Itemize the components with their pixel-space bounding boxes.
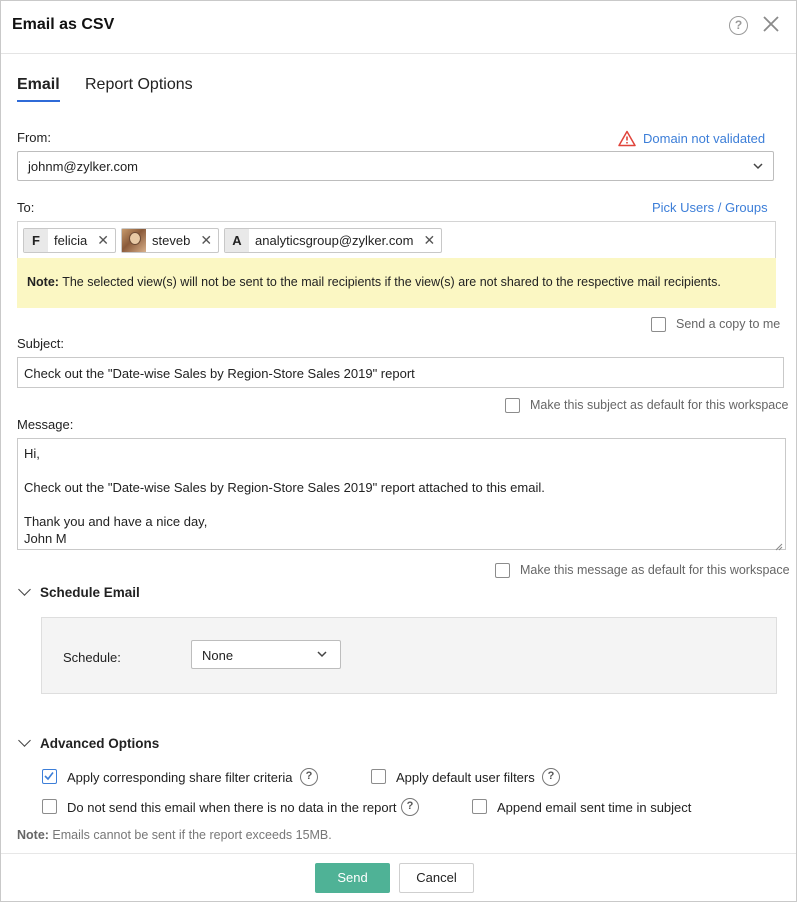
recipient-name: felicia bbox=[54, 233, 88, 248]
pick-users-groups-link[interactable]: Pick Users / Groups bbox=[652, 200, 768, 215]
email-as-csv-dialog: Email as CSV ? Email Report Options From… bbox=[0, 0, 797, 902]
help-icon[interactable]: ? bbox=[542, 768, 560, 786]
schedule-select-value: None bbox=[202, 648, 234, 663]
message-line: Thank you and have a nice day, bbox=[24, 514, 208, 529]
chevron-down-icon bbox=[752, 160, 764, 175]
share-filter-checkbox[interactable] bbox=[42, 769, 57, 784]
message-line: John M bbox=[24, 531, 67, 546]
remove-recipient-icon[interactable]: ✕ bbox=[97, 232, 109, 249]
message-default-checkbox[interactable] bbox=[495, 563, 510, 578]
schedule-label: Schedule: bbox=[63, 650, 121, 665]
from-label: From: bbox=[17, 130, 51, 145]
dialog-header bbox=[1, 1, 796, 54]
remove-recipient-icon[interactable]: ✕ bbox=[200, 232, 212, 249]
send-copy-checkbox[interactable] bbox=[651, 317, 666, 332]
subject-default-checkbox[interactable] bbox=[505, 398, 520, 413]
size-limit-note: Note: Emails cannot be sent if the repor… bbox=[17, 828, 332, 842]
cancel-button[interactable]: Cancel bbox=[399, 863, 474, 893]
recipient-name: steveb bbox=[152, 233, 191, 248]
recipient-name: analyticsgroup@zylker.com bbox=[255, 233, 414, 248]
note-text: Note: The selected view(s) will not be s… bbox=[27, 275, 721, 289]
append-time-checkbox[interactable] bbox=[472, 799, 487, 814]
recipient-chip-steveb: steveb ✕ bbox=[121, 228, 220, 253]
from-select-value: johnm@zylker.com bbox=[28, 159, 139, 174]
chevron-down-icon[interactable] bbox=[18, 734, 31, 747]
no-data-checkbox[interactable] bbox=[42, 799, 57, 814]
footer-note-prefix: Note: bbox=[17, 828, 49, 842]
schedule-select[interactable]: None bbox=[191, 640, 341, 669]
schedule-panel: Schedule: None bbox=[41, 617, 777, 694]
default-user-filters-label: Apply default user filters bbox=[396, 770, 535, 785]
message-label: Message: bbox=[17, 417, 74, 432]
remove-recipient-icon[interactable]: ✕ bbox=[423, 232, 435, 249]
note-prefix: Note: bbox=[27, 275, 59, 289]
recipient-chip-analyticsgroup: A analyticsgroup@zylker.com ✕ bbox=[224, 228, 443, 253]
message-textarea[interactable]: Hi, Check out the "Date-wise Sales by Re… bbox=[17, 438, 786, 551]
to-label: To: bbox=[17, 200, 35, 215]
share-filter-label: Apply corresponding share filter criteri… bbox=[67, 770, 293, 785]
recipients-note: Note: The selected view(s) will not be s… bbox=[17, 258, 776, 308]
subject-value: Check out the "Date-wise Sales by Region… bbox=[24, 366, 415, 381]
recipient-chip-felicia: F felicia ✕ bbox=[23, 228, 116, 253]
recipient-initial: A bbox=[225, 229, 249, 252]
subject-label: Subject: bbox=[17, 336, 64, 351]
help-icon[interactable]: ? bbox=[401, 798, 419, 816]
recipient-initial: F bbox=[24, 229, 48, 252]
message-line: Hi, bbox=[24, 446, 40, 461]
tab-email[interactable]: Email bbox=[17, 76, 60, 102]
note-body: The selected view(s) will not be sent to… bbox=[58, 275, 721, 289]
domain-not-validated-link[interactable]: Domain not validated bbox=[643, 131, 765, 146]
close-icon[interactable] bbox=[761, 14, 781, 34]
tab-report-options[interactable]: Report Options bbox=[85, 76, 193, 94]
chevron-down-icon[interactable] bbox=[18, 583, 31, 596]
question-circle-icon[interactable]: ? bbox=[729, 16, 748, 35]
advanced-options-section-title[interactable]: Advanced Options bbox=[40, 736, 159, 751]
to-recipients-field[interactable]: F felicia ✕ steveb ✕ A analyticsgroup@zy… bbox=[17, 221, 776, 258]
help-icon[interactable]: ? bbox=[300, 768, 318, 786]
footer-note-body: Emails cannot be sent if the report exce… bbox=[48, 828, 332, 842]
from-select[interactable]: johnm@zylker.com bbox=[17, 151, 774, 181]
dialog-title: Email as CSV bbox=[12, 16, 115, 33]
default-user-filters-checkbox[interactable] bbox=[371, 769, 386, 784]
send-copy-label: Send a copy to me bbox=[676, 317, 781, 331]
resize-handle-icon[interactable] bbox=[775, 539, 783, 551]
subject-default-label: Make this subject as default for this wo… bbox=[530, 398, 789, 412]
checkmark-icon bbox=[44, 772, 54, 781]
subject-input[interactable]: Check out the "Date-wise Sales by Region… bbox=[17, 357, 784, 388]
send-button[interactable]: Send bbox=[315, 863, 390, 893]
message-line: Check out the "Date-wise Sales by Region… bbox=[24, 480, 545, 495]
user-avatar bbox=[122, 229, 146, 252]
append-time-label: Append email sent time in subject bbox=[497, 800, 692, 815]
chevron-down-icon bbox=[316, 648, 328, 663]
no-data-label: Do not send this email when there is no … bbox=[67, 800, 397, 815]
schedule-email-section-title[interactable]: Schedule Email bbox=[40, 585, 140, 600]
message-default-label: Make this message as default for this wo… bbox=[520, 563, 790, 577]
warning-triangle-icon bbox=[618, 130, 636, 147]
